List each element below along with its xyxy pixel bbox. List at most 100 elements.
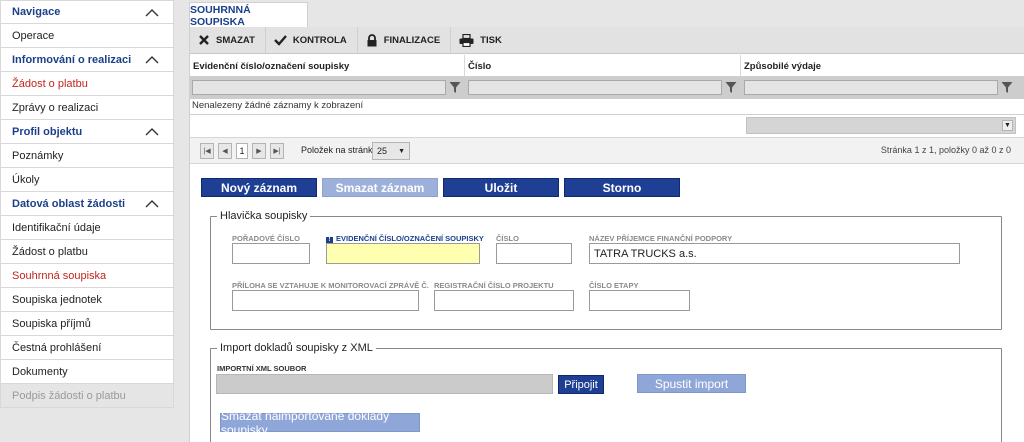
check-toolbar-button[interactable]: KONTROLA (266, 26, 358, 54)
sidebar-section-label: Profil objektu (12, 125, 83, 138)
sidebar-item-ukoly[interactable]: Úkoly (0, 168, 174, 192)
sidebar-item-dokumenty[interactable]: Dokumenty (0, 360, 174, 384)
sidebar-item-label: Operace (12, 29, 55, 42)
number-field[interactable] (496, 243, 572, 264)
xml-file-input[interactable] (216, 374, 553, 394)
column-header-cislo[interactable]: Číslo (465, 55, 741, 77)
delete-imported-button[interactable]: Smazat naimportované doklady soupisky (220, 409, 420, 437)
project-reg-number-field[interactable] (434, 290, 574, 311)
sidebar-item-podpis: Podpis žádosti o platbu (0, 384, 174, 408)
filter-row (190, 77, 1024, 99)
save-button[interactable]: Uložit (443, 178, 559, 197)
chevron-down-icon: ▼ (398, 148, 405, 155)
per-page-label: Položek na stránku (301, 145, 378, 155)
filter-icon[interactable] (1001, 81, 1013, 94)
print-toolbar-label: TISK (480, 34, 502, 46)
main-panel: SMAZAT KONTROLA FINALIZACE TISK Evidenčn… (189, 26, 1024, 442)
print-toolbar-button[interactable]: TISK (451, 27, 512, 54)
new-record-button[interactable]: Nový záznam (201, 178, 317, 197)
column-header-zpusobile-vydaje[interactable]: Způsobilé výdaje (741, 55, 1024, 77)
chevron-down-icon[interactable]: ▼ (1002, 120, 1013, 131)
sidebar-item-label: Čestná prohlášení (12, 341, 102, 354)
cancel-label: Storno (602, 180, 642, 195)
column-header-label: Číslo (468, 60, 492, 72)
header-fieldset-title: Hlavička soupisky (217, 210, 311, 222)
grid-header: Evidenční číslo/označení soupisky Číslo … (190, 55, 1024, 77)
sidebar-section-label: Datová oblast žádosti (12, 197, 126, 210)
page-info: Stránka 1 z 1, položky 0 až 0 z 0 (880, 145, 1011, 155)
delete-record-label: Smazat záznam (335, 180, 425, 195)
printer-icon (459, 33, 474, 47)
close-icon (199, 35, 209, 45)
sidebar-section-profil[interactable]: Profil objektu (0, 120, 174, 144)
filter-icon[interactable] (449, 81, 461, 94)
run-import-label: Spustit import (654, 376, 729, 391)
evidence-number-label-text: Evidenční číslo/označení soupisky (336, 234, 484, 243)
filter-input-zpusobile-vydaje[interactable] (744, 80, 998, 95)
sidebar-item-souhrnna-soupiska[interactable]: Souhrnná soupiska (0, 264, 174, 288)
toolbar: SMAZAT KONTROLA FINALIZACE TISK (190, 26, 1024, 54)
main-content: SOUHRNNÁ SOUPISKA SMAZAT KONTROLA FINALI… (189, 0, 1024, 442)
prev-page-button[interactable]: ◀ (218, 143, 232, 159)
stage-number-field[interactable] (589, 290, 690, 311)
attach-button[interactable]: Připojit (558, 375, 604, 394)
sidebar-item-label: Dokumenty (12, 365, 68, 378)
column-header-evidencni-cislo[interactable]: Evidenční číslo/označení soupisky (190, 55, 465, 77)
project-reg-number-label: Registrační číslo projektu (434, 281, 554, 290)
sidebar-item-zadost-o-platbu[interactable]: Žádost o platbu (0, 72, 174, 96)
filter-icon[interactable] (725, 81, 737, 94)
chevron-up-icon[interactable] (145, 8, 159, 17)
sidebar-item-cestna-prohlaseni[interactable]: Čestná prohlášení (0, 336, 174, 360)
attachment-field[interactable] (232, 290, 419, 311)
cancel-button[interactable]: Storno (564, 178, 680, 197)
sidebar-item-label: Soupiska příjmů (12, 317, 91, 330)
page-number-input[interactable]: 1 (236, 143, 248, 159)
sidebar-section-navigace[interactable]: Navigace (0, 0, 174, 24)
sidebar-item-soupiska-jednotek[interactable]: Soupiska jednotek (0, 288, 174, 312)
recipient-name-field[interactable]: TATRA TRUCKS a.s. (589, 243, 960, 264)
sidebar-item-soupiska-prijmu[interactable]: Soupiska příjmů (0, 312, 174, 336)
sidebar-section-datova-oblast[interactable]: Datová oblast žádosti (0, 192, 174, 216)
tab-label: SOUHRNNÁ SOUPISKA (190, 3, 251, 28)
sidebar-item-label: Žádost o platbu (12, 77, 88, 90)
check-toolbar-label: KONTROLA (292, 34, 347, 46)
sidebar-item-operace[interactable]: Operace (0, 24, 174, 48)
horizontal-scrollbar[interactable]: ▼ (746, 117, 1016, 134)
import-fieldset-title: Import dokladů soupisky z XML (217, 342, 376, 354)
order-number-field[interactable] (232, 243, 310, 264)
sidebar-item-label: Úkoly (12, 173, 40, 186)
sidebar-item-label: Žádost o platbu (12, 245, 88, 258)
filter-input-cislo[interactable] (468, 80, 722, 95)
delete-record-button: Smazat záznam (322, 178, 438, 197)
finalize-toolbar-label: FINALIZACE (383, 34, 441, 46)
sidebar-item-zadost[interactable]: Žádost o platbu (0, 240, 174, 264)
chevron-up-icon[interactable] (145, 55, 159, 64)
tab-souhrnna-soupiska[interactable]: SOUHRNNÁ SOUPISKA (189, 2, 308, 28)
order-number-label: Pořadové číslo (232, 234, 300, 243)
delete-toolbar-label: SMAZAT (216, 34, 255, 46)
first-page-button[interactable]: |◀ (200, 143, 214, 159)
run-import-button[interactable]: Spustit import (637, 374, 746, 393)
sidebar-section-label: Navigace (12, 6, 61, 18)
sidebar-item-zpravy[interactable]: Zprávy o realizaci (0, 96, 174, 120)
header-fieldset: Hlavička soupisky Pořadové číslo ! Eviden… (210, 210, 1002, 330)
per-page-select[interactable]: 25 ▼ (372, 142, 410, 160)
finalize-toolbar-button[interactable]: FINALIZACE (358, 26, 452, 54)
column-header-label: Způsobilé výdaje (744, 60, 822, 72)
sidebar-section-informovani[interactable]: Informování o realizaci (0, 48, 174, 72)
sidebar-item-label: Poznámky (12, 149, 64, 162)
per-page-value: 25 (377, 146, 388, 156)
delete-toolbar-button[interactable]: SMAZAT (190, 26, 266, 54)
sidebar-item-label: Souhrnná soupiska (12, 269, 107, 282)
number-label: Číslo (496, 234, 519, 243)
evidence-number-field[interactable] (326, 243, 480, 264)
chevron-up-icon[interactable] (145, 127, 159, 136)
next-page-button[interactable]: ▶ (252, 143, 266, 159)
sidebar-item-identifikacni[interactable]: Identifikační údaje (0, 216, 174, 240)
sidebar-section-label: Informování o realizaci (12, 53, 132, 66)
last-page-button[interactable]: ▶| (270, 143, 284, 159)
filter-input-evidencni-cislo[interactable] (192, 80, 446, 95)
sidebar-item-poznamky[interactable]: Poznámky (0, 144, 174, 168)
new-record-label: Nový záznam (220, 180, 298, 195)
chevron-up-icon[interactable] (145, 199, 159, 208)
